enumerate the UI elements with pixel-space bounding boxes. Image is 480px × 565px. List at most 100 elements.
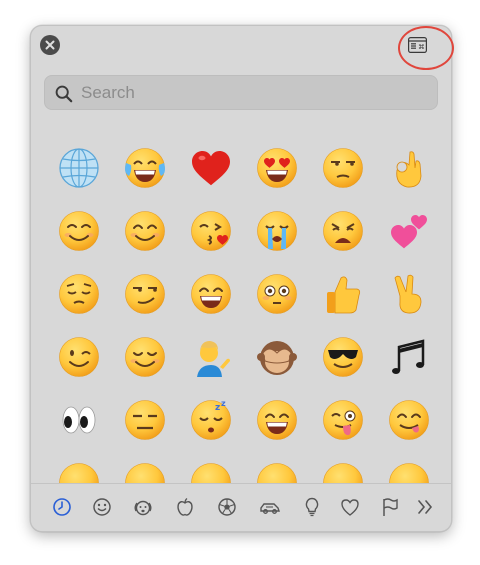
emoji-loudly-crying-face[interactable] xyxy=(244,199,310,262)
emoji-smiling-face-with-heart-eyes[interactable] xyxy=(244,136,310,199)
globe-with-meridians-icon xyxy=(59,147,99,188)
car-icon xyxy=(260,503,280,514)
character-viewer-button[interactable]: ⌘ xyxy=(408,37,427,54)
flag-icon xyxy=(383,498,398,516)
emoji-winking-face[interactable] xyxy=(46,325,112,388)
svg-text:⌘: ⌘ xyxy=(418,43,425,51)
emoji-picker-popover: ⌘ zz xyxy=(30,25,452,532)
person-tipping-hand-icon xyxy=(197,340,230,377)
emoji-grinning-face-with-smiling-eyes[interactable] xyxy=(244,388,310,451)
category-dog-face[interactable] xyxy=(131,495,155,519)
emoji-sleeping-face[interactable]: zz xyxy=(178,388,244,451)
face-icon xyxy=(323,462,363,484)
category-apple[interactable] xyxy=(173,495,197,519)
chevron-double-right-icon xyxy=(418,500,433,514)
emoji-smiling-face-with-sunglasses[interactable] xyxy=(310,325,376,388)
emoji-pensive-face[interactable] xyxy=(46,262,112,325)
emoji-face[interactable] xyxy=(310,451,376,484)
expressionless-face-icon xyxy=(125,399,165,440)
heart-icon xyxy=(341,499,359,516)
face-icon xyxy=(389,462,429,484)
face-icon xyxy=(191,462,231,484)
face-icon xyxy=(59,462,99,484)
search-icon xyxy=(55,85,73,103)
eyes-icon xyxy=(62,406,96,433)
emoji-smirking-face[interactable] xyxy=(112,262,178,325)
emoji-face-savoring-food[interactable] xyxy=(376,388,442,451)
unamused-face-icon xyxy=(323,147,363,188)
face-icon xyxy=(257,462,297,484)
loudly-crying-face-icon xyxy=(257,210,297,251)
emoji-weary-face[interactable] xyxy=(310,199,376,262)
emoji-thumbs-up[interactable] xyxy=(310,262,376,325)
emoji-two-hearts[interactable] xyxy=(376,199,442,262)
red-heart-icon xyxy=(192,150,230,185)
svg-text:z: z xyxy=(215,403,220,413)
see-no-evil-monkey-icon xyxy=(257,340,297,375)
dog-face-icon xyxy=(134,500,152,516)
smiling-face-with-smiling-eyes-icon xyxy=(125,210,165,251)
smiling-face-with-sunglasses-icon xyxy=(323,336,363,377)
victory-hand-icon xyxy=(394,274,422,313)
category-clock[interactable] xyxy=(50,495,74,519)
category-lightbulb[interactable] xyxy=(300,495,324,519)
face-blowing-a-kiss-icon xyxy=(191,210,231,251)
emoji-expressionless-face[interactable] xyxy=(112,388,178,451)
thumbs-up-icon xyxy=(327,275,361,313)
relieved-face-icon xyxy=(125,336,165,377)
emoji-face[interactable] xyxy=(112,451,178,484)
emoji-smiling-face-with-smiling-eyes[interactable] xyxy=(112,199,178,262)
emoji-face[interactable] xyxy=(244,451,310,484)
emoji-face[interactable] xyxy=(46,451,112,484)
beaming-face-with-smiling-eyes-icon xyxy=(191,273,231,314)
category-car[interactable] xyxy=(258,495,282,519)
close-icon xyxy=(45,40,55,50)
emoji-ok-hand[interactable] xyxy=(376,136,442,199)
emoji-grid: zz xyxy=(46,136,442,484)
emoji-relieved-face[interactable] xyxy=(112,325,178,388)
emoji-face[interactable] xyxy=(178,451,244,484)
category-soccer-ball[interactable] xyxy=(215,495,239,519)
category-heart[interactable] xyxy=(338,495,362,519)
emoji-winking-face-with-tongue[interactable] xyxy=(310,388,376,451)
musical-notes-icon xyxy=(392,338,425,374)
emoji-eyes[interactable] xyxy=(46,388,112,451)
emoji-person-tipping-hand[interactable] xyxy=(178,325,244,388)
face-with-tears-of-joy-icon xyxy=(125,147,165,188)
emoji-red-heart[interactable] xyxy=(178,136,244,199)
emoji-unamused-face[interactable] xyxy=(310,136,376,199)
emoji-face-with-tears-of-joy[interactable] xyxy=(112,136,178,199)
lightbulb-icon xyxy=(305,497,319,517)
category-smiley[interactable] xyxy=(90,495,114,519)
clock-icon xyxy=(53,498,71,516)
category-chevron-double-right[interactable] xyxy=(413,495,437,519)
smiling-face-icon xyxy=(59,210,99,251)
soccer-ball-icon xyxy=(218,498,236,516)
face-icon xyxy=(125,462,165,484)
winking-face-with-tongue-icon xyxy=(323,399,363,440)
smirking-face-icon xyxy=(125,273,165,314)
ok-hand-icon xyxy=(396,150,422,187)
emoji-face-blowing-a-kiss[interactable] xyxy=(178,199,244,262)
emoji-beaming-face-with-smiling-eyes[interactable] xyxy=(178,262,244,325)
sleeping-face-icon: zz xyxy=(191,399,231,440)
emoji-victory-hand[interactable] xyxy=(376,262,442,325)
emoji-grid-scroll: zz xyxy=(31,126,451,484)
search-input[interactable] xyxy=(81,76,421,109)
weary-face-icon xyxy=(323,210,363,251)
apple-icon xyxy=(177,497,193,516)
winking-face-icon xyxy=(59,336,99,377)
emoji-flushed-face[interactable] xyxy=(244,262,310,325)
emoji-musical-notes[interactable] xyxy=(376,325,442,388)
face-savoring-food-icon xyxy=(389,399,429,440)
emoji-face[interactable] xyxy=(376,451,442,484)
two-hearts-icon xyxy=(391,214,427,248)
svg-text:z: z xyxy=(221,399,226,408)
character-viewer-icon: ⌘ xyxy=(408,37,427,54)
emoji-globe-with-meridians[interactable] xyxy=(46,136,112,199)
search-field[interactable] xyxy=(44,75,438,110)
emoji-smiling-face[interactable] xyxy=(46,199,112,262)
close-button[interactable] xyxy=(40,35,60,55)
category-flag[interactable] xyxy=(378,495,402,519)
emoji-see-no-evil-monkey[interactable] xyxy=(244,325,310,388)
